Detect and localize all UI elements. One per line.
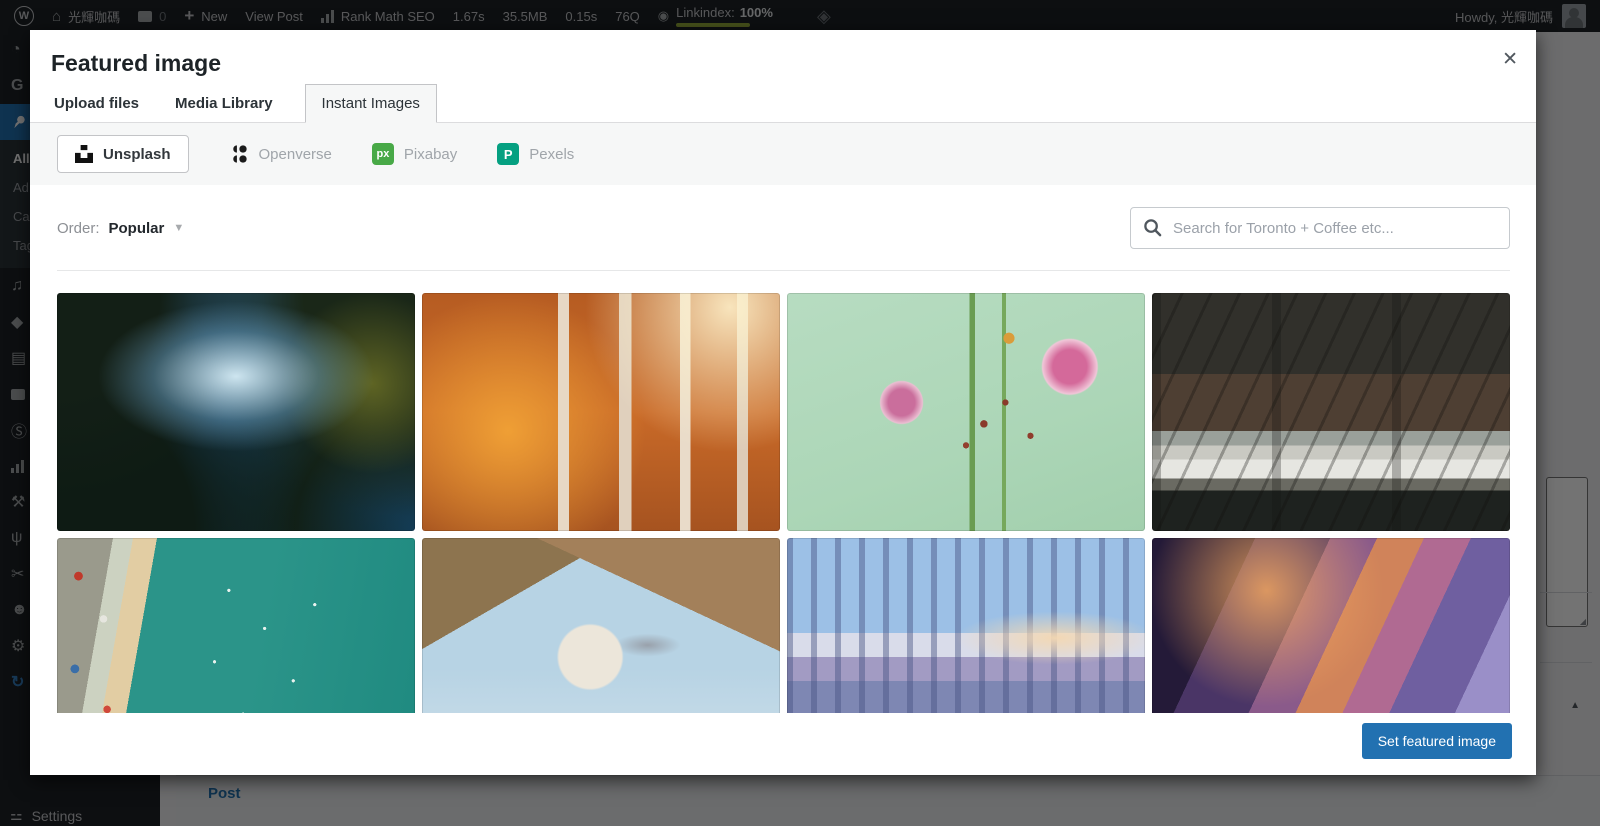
media-tabs: Upload files Media Library Instant Image…: [30, 85, 1536, 123]
photo-thumbnail[interactable]: [787, 538, 1145, 713]
tab-instant-images[interactable]: Instant Images: [305, 84, 437, 123]
close-icon[interactable]: ✕: [1502, 48, 1518, 71]
instant-images-body: Order: Popular ▼: [57, 185, 1510, 713]
chevron-down-icon: ▼: [173, 222, 184, 234]
order-value: Popular: [109, 220, 165, 237]
tab-media-library[interactable]: Media Library: [171, 85, 277, 122]
provider-openverse[interactable]: Openverse: [229, 144, 332, 164]
modal-footer: Set featured image: [30, 713, 1536, 775]
photo-thumbnail[interactable]: [422, 293, 780, 531]
order-label: Order:: [57, 220, 100, 237]
divider: [57, 270, 1510, 271]
tab-upload-files[interactable]: Upload files: [50, 85, 143, 122]
modal-title: Featured image: [51, 50, 221, 77]
photo-grid: [57, 293, 1510, 713]
provider-label: Pixabay: [404, 146, 457, 163]
photo-thumbnail[interactable]: [57, 538, 415, 713]
pexels-icon: P: [497, 143, 519, 165]
pixabay-icon: px: [372, 143, 394, 165]
photo-thumbnail[interactable]: [787, 293, 1145, 531]
provider-pexels[interactable]: P Pexels: [497, 143, 574, 165]
provider-strip: Unsplash Openverse px Pixabay P Pexels: [30, 123, 1536, 185]
provider-label: Openverse: [259, 146, 332, 163]
provider-pixabay[interactable]: px Pixabay: [372, 143, 457, 165]
photo-thumbnail[interactable]: [422, 538, 780, 713]
photo-thumbnail[interactable]: [57, 293, 415, 531]
search-icon: [1143, 218, 1162, 242]
openverse-icon: [229, 144, 249, 164]
provider-label: Pexels: [529, 146, 574, 163]
provider-label: Unsplash: [103, 146, 171, 163]
photo-thumbnail[interactable]: [1152, 293, 1510, 531]
search-input[interactable]: [1130, 207, 1510, 249]
order-dropdown[interactable]: Order: Popular ▼: [57, 220, 184, 237]
provider-unsplash[interactable]: Unsplash: [57, 135, 189, 173]
featured-image-modal: Featured image ✕ Upload files Media Libr…: [30, 30, 1536, 775]
set-featured-image-button[interactable]: Set featured image: [1362, 723, 1512, 759]
photo-thumbnail[interactable]: [1152, 538, 1510, 713]
unsplash-icon: [75, 145, 93, 163]
search-box: [1130, 207, 1510, 249]
